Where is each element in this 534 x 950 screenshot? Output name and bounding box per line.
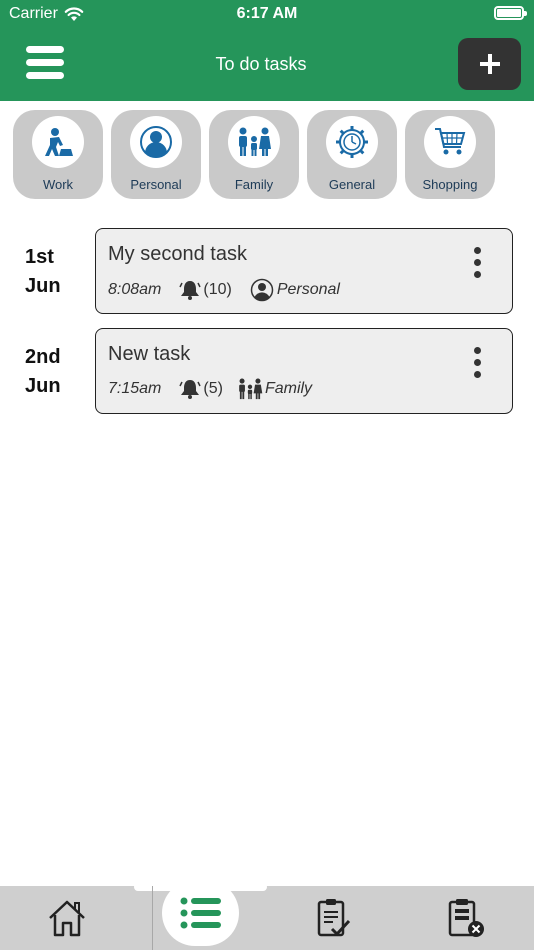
person-icon <box>140 126 172 158</box>
gear-clock-icon <box>336 126 368 158</box>
category-label: Family <box>234 177 274 192</box>
more-options-icon[interactable] <box>474 247 482 278</box>
shopping-cart-icon <box>435 128 466 155</box>
page-title: To do tasks <box>215 54 307 74</box>
home-icon <box>49 900 85 937</box>
family-icon <box>239 127 271 156</box>
family-icon <box>239 378 263 400</box>
task-card[interactable]: New task 7:15am (5) Family <box>95 328 513 414</box>
bell-icon <box>179 380 202 399</box>
category-label: Work <box>42 177 74 192</box>
list-icon <box>180 897 221 929</box>
bell-icon <box>179 281 202 300</box>
category-label: Shopping <box>422 177 478 192</box>
task-meta: 7:15am (5) Family <box>108 378 312 400</box>
tab-bar <box>0 880 534 950</box>
task-date: 2nd Jun <box>25 343 61 401</box>
plus-icon <box>479 54 500 74</box>
person-icon <box>250 278 274 302</box>
task-date-day: 1st <box>25 246 54 268</box>
category-shopping[interactable]: Shopping <box>405 110 495 199</box>
task-name: New task <box>108 343 191 365</box>
task-reminder-count: (10) <box>203 281 232 298</box>
category-personal[interactable]: Personal <box>111 110 201 199</box>
tab-tasks[interactable] <box>162 880 239 946</box>
task-date: 1st Jun <box>25 243 61 301</box>
battery-icon <box>494 6 527 20</box>
tab-completed[interactable] <box>270 886 396 950</box>
task-time: 7:15am <box>108 380 162 397</box>
worker-icon <box>45 128 73 156</box>
category-family[interactable]: Family <box>209 110 299 199</box>
more-options-icon[interactable] <box>474 347 482 378</box>
task-reminder-count: (5) <box>203 380 223 397</box>
task-meta: 8:08am (10) Personal <box>108 278 340 302</box>
task-name: My second task <box>108 243 247 265</box>
task-time: 8:08am <box>108 281 162 298</box>
task-category: Personal <box>276 281 340 298</box>
task-date-day: 2nd <box>25 346 61 368</box>
category-label: General <box>328 177 376 192</box>
status-time: 6:17 AM <box>236 5 298 22</box>
category-general[interactable]: General <box>307 110 397 199</box>
task-date-month: Jun <box>25 275 61 297</box>
add-task-button[interactable] <box>458 38 521 90</box>
tab-home[interactable] <box>0 886 134 950</box>
clipboard-delete-icon <box>448 899 484 937</box>
app-header: Carrier 6:17 AM To do tasks <box>0 0 534 101</box>
clipboard-check-icon <box>317 899 351 937</box>
tab-deleted[interactable] <box>400 886 534 950</box>
category-label: Personal <box>130 177 182 192</box>
task-category: Family <box>264 380 313 397</box>
status-bar: Carrier 6:17 AM <box>0 0 534 28</box>
task-card[interactable]: My second task 8:08am (10) Personal <box>95 228 513 314</box>
category-list: Work Personal Family General Shopping <box>13 110 495 199</box>
task-date-month: Jun <box>25 375 61 397</box>
category-work[interactable]: Work <box>13 110 103 199</box>
